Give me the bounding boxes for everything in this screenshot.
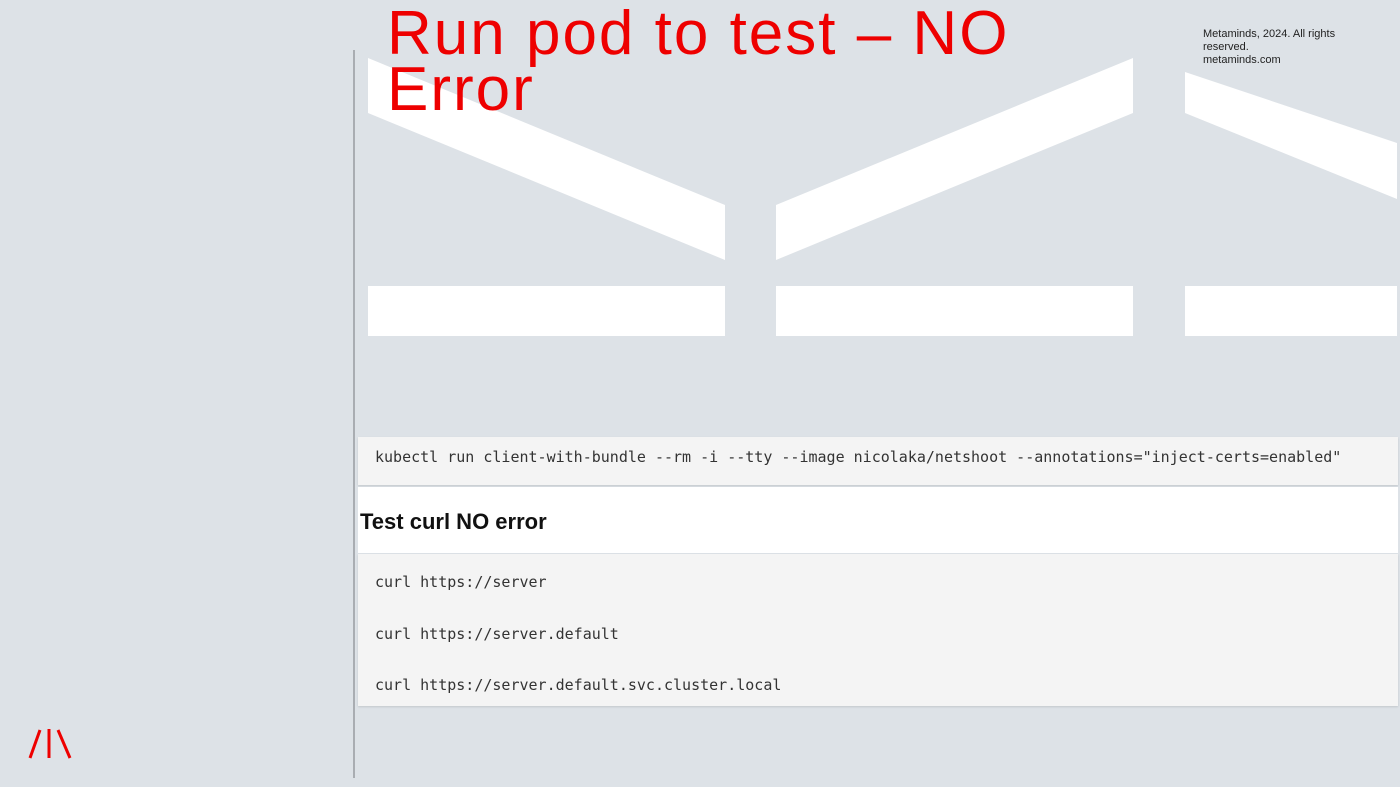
curl-command-2: curl https://server.default xyxy=(375,625,619,643)
metaminds-logo-icon xyxy=(28,729,72,759)
curl-commands-block: curl https://server curl https://server.… xyxy=(358,554,1398,706)
bar-shape-middle xyxy=(776,286,1133,336)
curl-command-3: curl https://server.default.svc.cluster.… xyxy=(375,676,782,694)
bar-shape-left xyxy=(368,286,725,336)
section-heading: Test curl NO error xyxy=(360,509,547,534)
run-command-text: kubectl run client-with-bundle --rm -i -… xyxy=(375,448,1342,466)
website-link[interactable]: metaminds.com xyxy=(1203,54,1353,67)
slide-title: Run pod to test – NO Error xyxy=(387,0,1010,124)
copyright-notice: Metaminds, 2024. All rights reserved. me… xyxy=(1203,28,1353,67)
vertical-divider xyxy=(353,50,355,778)
section-band: Test curl NO error xyxy=(358,487,1398,553)
copyright-text: Metaminds, 2024. All rights reserved. xyxy=(1203,28,1336,53)
bar-shape-right xyxy=(1185,286,1397,336)
run-command-block: kubectl run client-with-bundle --rm -i -… xyxy=(358,437,1398,485)
chevron-shape-right xyxy=(1185,72,1397,199)
curl-command-1: curl https://server xyxy=(375,573,547,591)
